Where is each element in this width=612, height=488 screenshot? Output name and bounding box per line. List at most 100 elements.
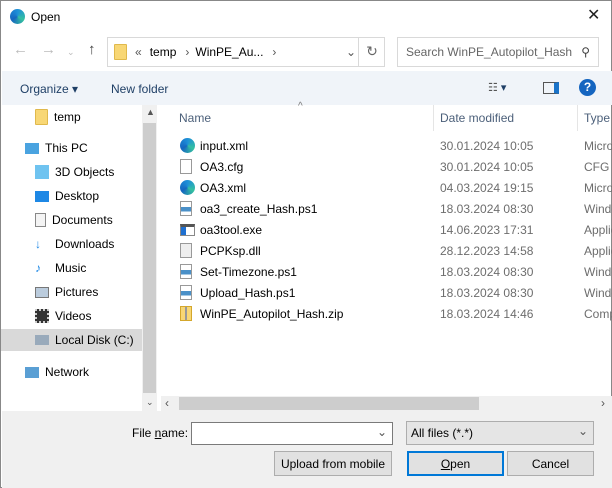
file-name: OA3.cfg	[200, 159, 244, 174]
column-divider[interactable]	[433, 105, 434, 131]
file-date: 14.06.2023 17:31	[440, 222, 534, 237]
file-type: Windows PowerShell Script	[584, 285, 612, 300]
chevron-down-icon[interactable]: ⌄	[346, 45, 356, 59]
nav-item-documents[interactable]: Documents	[1, 209, 142, 231]
column-header-name[interactable]: Name	[179, 105, 211, 131]
network-icon	[25, 366, 39, 378]
music-icon: ♪	[35, 261, 41, 275]
upload-from-mobile-button[interactable]: Upload from mobile	[274, 451, 392, 476]
nav-item-music[interactable]: ♪ Music	[1, 257, 142, 279]
file-row[interactable]: WinPE_Autopilot_Hash.zip 18.03.2024 14:4…	[177, 303, 612, 324]
file-type-filter[interactable]: All files (*.*) ⌄	[406, 421, 594, 445]
file-row[interactable]: OA3.cfg 30.01.2024 10:05 CFG File	[177, 156, 612, 177]
open-button[interactable]: Open	[407, 451, 504, 476]
organize-button[interactable]: Organize ▾	[20, 82, 78, 96]
nav-label: Local Disk (C:)	[55, 333, 134, 347]
file-date: 18.03.2024 08:30	[440, 264, 534, 279]
file-row[interactable]: Upload_Hash.ps1 18.03.2024 08:30 Windows…	[177, 282, 612, 303]
close-icon[interactable]: ✕	[587, 5, 600, 25]
new-folder-button[interactable]: New folder	[111, 82, 168, 96]
nav-item-desktop[interactable]: Desktop	[1, 185, 142, 207]
crumb-temp[interactable]: temp	[150, 45, 177, 59]
dll-icon	[180, 243, 192, 258]
file-row[interactable]: PCPKsp.dll 28.12.2023 14:58 Application …	[177, 240, 612, 261]
nav-item-local-disk[interactable]: Local Disk (C:)	[1, 329, 142, 351]
file-name: oa3_create_Hash.ps1	[200, 201, 318, 216]
edge-icon	[180, 138, 195, 153]
scroll-up-icon[interactable]: ▲	[146, 107, 155, 117]
crumb-winpe[interactable]: WinPE_Au...	[195, 45, 263, 59]
exe-icon	[180, 223, 195, 236]
edge-icon	[180, 180, 195, 195]
cancel-button[interactable]: Cancel	[507, 451, 594, 476]
view-options-icon[interactable]: ☷ ▾	[488, 81, 506, 94]
column-divider[interactable]	[577, 105, 578, 131]
file-name-label: File name:	[132, 426, 189, 440]
edge-app-icon	[10, 9, 25, 24]
window-title: Open	[31, 10, 61, 24]
forward-icon[interactable]: →	[41, 41, 56, 58]
search-input[interactable]: Search WinPE_Autopilot_Hash ⚲	[397, 37, 599, 67]
sort-ascending-icon: ^	[298, 101, 303, 112]
file-row[interactable]: oa3tool.exe 14.06.2023 17:31 Application	[177, 219, 612, 240]
file-date: 18.03.2024 14:46	[440, 306, 534, 321]
folder-icon	[35, 109, 48, 125]
help-icon[interactable]: ?	[579, 79, 596, 96]
file-type: Application	[584, 222, 612, 237]
file-type: Compressed (zipped) Folder	[584, 306, 612, 321]
horizontal-scrollbar-thumb[interactable]	[179, 397, 479, 410]
scroll-left-icon[interactable]: ‹	[165, 396, 169, 410]
column-header-date[interactable]: Date modified	[440, 105, 514, 131]
file-name: input.xml	[200, 138, 249, 153]
chevron-down-icon: ⌄	[577, 424, 588, 438]
nav-label: Music	[55, 261, 87, 275]
file-date: 18.03.2024 08:30	[440, 201, 534, 216]
file-row[interactable]: OA3.xml 04.03.2024 19:15 Microsoft Edge …	[177, 177, 612, 198]
file-name: oa3tool.exe	[200, 222, 263, 237]
back-icon[interactable]: ←	[13, 41, 28, 58]
nav-label: This PC	[45, 141, 88, 155]
nav-item-network[interactable]: Network	[1, 361, 142, 383]
file-name-input[interactable]: ⌄	[191, 422, 393, 445]
script-icon	[180, 201, 192, 216]
script-icon	[180, 285, 192, 300]
nav-item-3d-objects[interactable]: 3D Objects	[1, 161, 142, 183]
address-bar[interactable]: « temp › WinPE_Au... › ⌄ ↻	[107, 37, 385, 67]
crumb-separator[interactable]: ›	[185, 45, 189, 59]
file-name: OA3.xml	[200, 180, 247, 195]
downloads-icon: ↓	[35, 237, 41, 251]
crumb-separator[interactable]: ›	[272, 45, 276, 59]
nav-label: Pictures	[55, 285, 99, 299]
zip-icon	[180, 306, 192, 321]
column-header-type[interactable]: Type	[584, 105, 612, 131]
file-row[interactable]: Set-Timezone.ps1 18.03.2024 08:30 Window…	[177, 261, 612, 282]
file-date: 28.12.2023 14:58	[440, 243, 534, 258]
nav-item-this-pc[interactable]: This PC	[1, 137, 142, 159]
overflow-crumb[interactable]: «	[135, 45, 142, 59]
chevron-down-icon[interactable]: ⌄	[377, 425, 387, 439]
nav-item-downloads[interactable]: ↓ Downloads	[1, 233, 142, 255]
toolbar	[2, 71, 612, 105]
file-date: 30.01.2024 10:05	[440, 138, 534, 153]
preview-pane-icon[interactable]	[543, 82, 559, 94]
nav-scrollbar-thumb[interactable]	[143, 123, 156, 393]
nav-item-videos[interactable]: Videos	[1, 305, 142, 327]
up-icon[interactable]: ↑	[88, 41, 96, 58]
nav-item-pictures[interactable]: Pictures	[1, 281, 142, 303]
scroll-right-icon[interactable]: ›	[601, 396, 605, 410]
nav-label: temp	[54, 110, 81, 124]
recent-dropdown-icon[interactable]: ⌄	[67, 47, 75, 58]
nav-item-temp[interactable]: temp	[1, 106, 142, 128]
scroll-down-icon[interactable]: ⌄	[146, 397, 154, 408]
documents-icon	[35, 213, 46, 227]
file-row[interactable]: input.xml 30.01.2024 10:05 Microsoft Edg…	[177, 135, 612, 156]
search-placeholder: Search WinPE_Autopilot_Hash	[406, 45, 573, 59]
nav-label: Downloads	[55, 237, 115, 251]
file-type: Microsoft Edge HTML Document	[584, 180, 612, 195]
nav-label: Desktop	[55, 189, 100, 203]
nav-label: 3D Objects	[55, 165, 115, 179]
refresh-icon[interactable]: ↻	[358, 37, 385, 67]
file-row[interactable]: oa3_create_Hash.ps1 18.03.2024 08:30 Win…	[177, 198, 612, 219]
file-type: Windows PowerShell Script	[584, 201, 612, 216]
file-name: WinPE_Autopilot_Hash.zip	[200, 306, 344, 321]
